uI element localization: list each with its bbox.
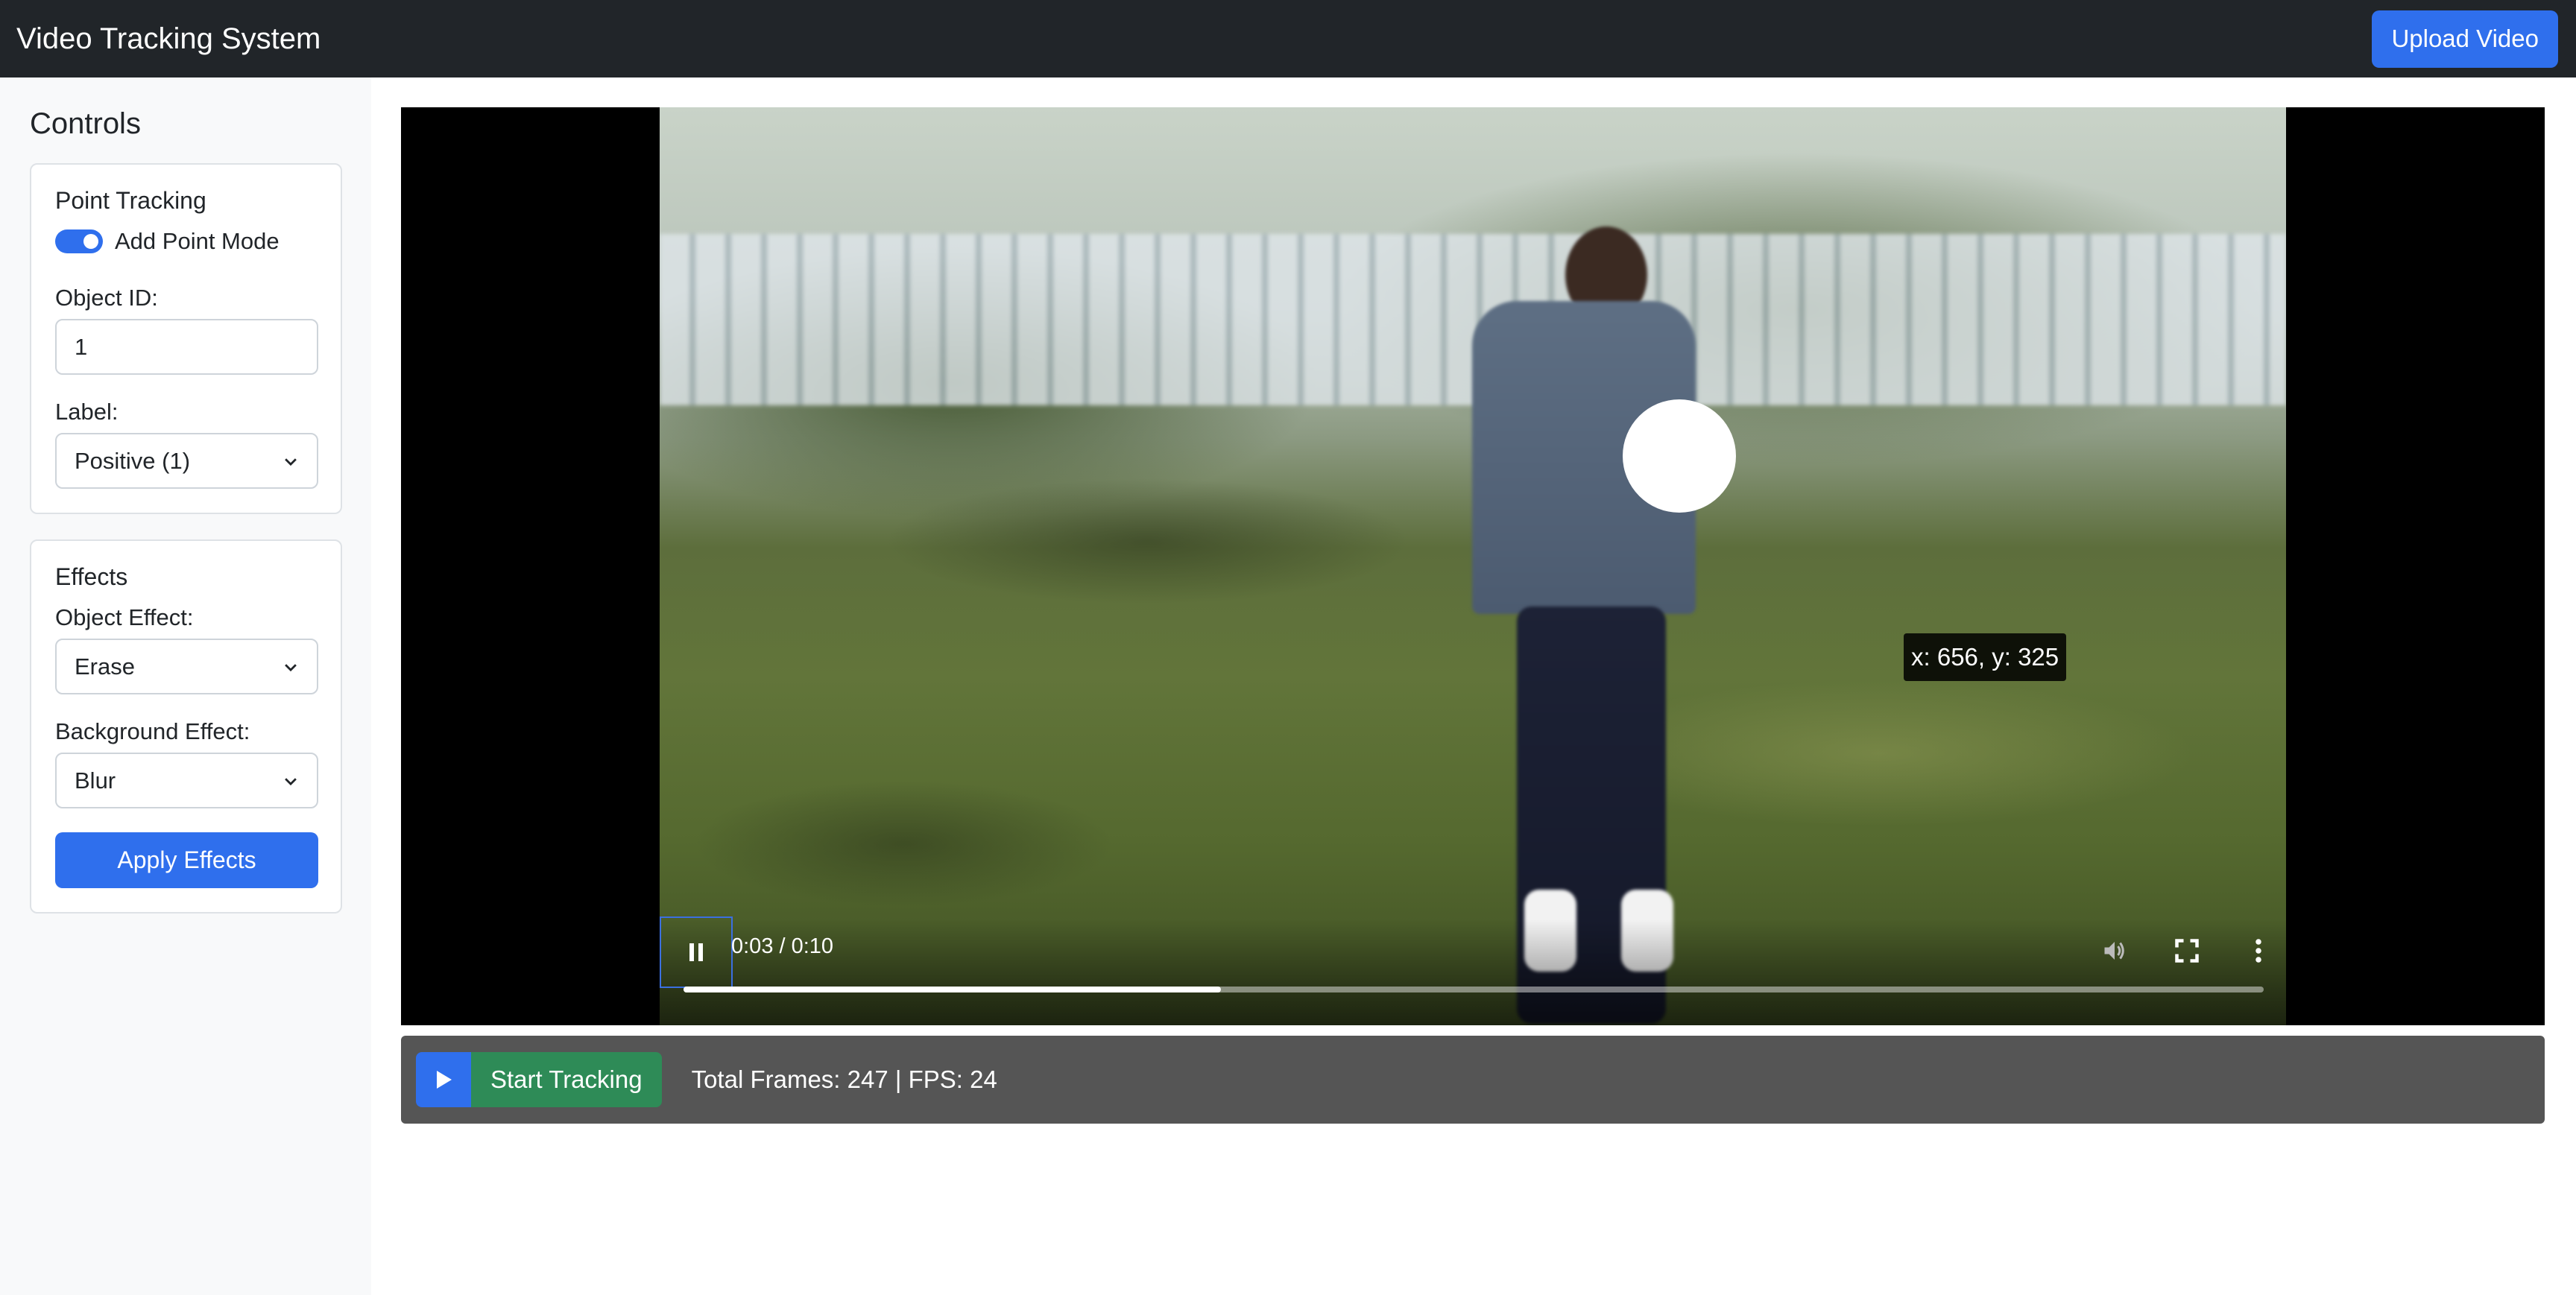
point-tracking-title: Point Tracking (55, 187, 206, 214)
background-effect-value: Blur (75, 767, 116, 794)
label-select[interactable]: Positive (1) (55, 433, 318, 489)
background-effect-select[interactable]: Blur (55, 753, 318, 808)
volume-icon[interactable] (2101, 937, 2128, 964)
object-effect-value: Erase (75, 653, 135, 680)
start-tracking-button[interactable]: Start Tracking (416, 1052, 662, 1107)
fullscreen-icon[interactable] (2174, 937, 2200, 964)
app-title: Video Tracking System (16, 22, 321, 55)
video-progress-bar[interactable] (684, 987, 2264, 992)
object-effect-label: Object Effect: (55, 604, 194, 630)
add-point-mode-toggle[interactable] (55, 229, 103, 253)
chevron-down-icon (285, 663, 297, 671)
pause-button[interactable] (660, 916, 733, 988)
tracking-stats: Total Frames: 247 | FPS: 24 (691, 1066, 997, 1093)
label-select-value: Positive (1) (75, 447, 191, 474)
label-select-label: Label: (55, 399, 119, 425)
chevron-down-icon (285, 457, 297, 466)
apply-effects-button[interactable]: Apply Effects (55, 832, 318, 888)
play-icon-box (416, 1052, 471, 1107)
start-tracking-label: Start Tracking (471, 1052, 662, 1107)
object-id-label: Object ID: (55, 285, 158, 311)
pause-icon (689, 943, 703, 961)
play-icon (437, 1071, 452, 1089)
more-options-icon[interactable] (2245, 937, 2272, 964)
effects-title: Effects (55, 563, 128, 590)
add-point-mode-row: Add Point Mode (55, 228, 317, 255)
object-id-value: 1 (75, 333, 88, 360)
add-point-mode-label: Add Point Mode (115, 228, 280, 254)
sidebar: Controls Point Tracking Add Point Mode O… (0, 77, 371, 1295)
object-effect-select[interactable]: Erase (55, 639, 318, 694)
main-area: x: 656, y: 325 0:03 / 0:10 Start Trackin… (371, 77, 2576, 1295)
video-player[interactable]: x: 656, y: 325 0:03 / 0:10 (401, 107, 2545, 1025)
sidebar-title: Controls (30, 107, 141, 140)
time-display: 0:03 / 0:10 (731, 934, 834, 958)
background-effect-label: Background Effect: (55, 718, 250, 744)
navbar: Video Tracking System Upload Video (0, 0, 2576, 77)
video-controls-bar (660, 919, 2286, 1025)
video-progress-fill (684, 987, 1221, 992)
tracking-point-marker[interactable] (1623, 399, 1736, 513)
effects-card: Effects Object Effect: Erase Background … (30, 539, 342, 914)
chevron-down-icon (285, 777, 297, 785)
coordinate-tooltip: x: 656, y: 325 (1904, 633, 2067, 681)
point-tracking-card: Point Tracking Add Point Mode Object ID:… (30, 163, 342, 514)
object-id-input[interactable]: 1 (55, 319, 318, 375)
tracking-bar: Start Tracking Total Frames: 247 | FPS: … (401, 1036, 2545, 1124)
upload-video-button[interactable]: Upload Video (2372, 10, 2558, 68)
video-frame[interactable]: x: 656, y: 325 0:03 / 0:10 (660, 107, 2286, 1025)
